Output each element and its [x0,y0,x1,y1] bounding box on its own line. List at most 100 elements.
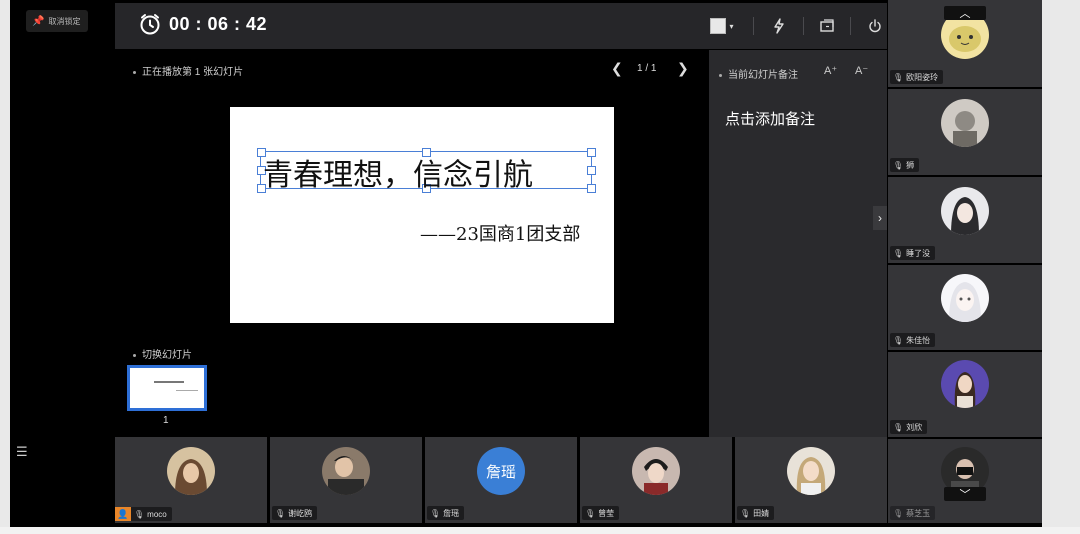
mic-icon: 🎙 [893,335,904,345]
toolbar-divider [850,17,851,35]
participant-tile[interactable]: 🎙 朱佳怡 [888,265,1042,350]
avatar [167,447,215,495]
resize-handle[interactable] [587,148,596,157]
name-tag: 🎙 詹瑶 [427,506,465,520]
resize-handle[interactable] [587,166,596,175]
name-tag: 🎙 狮 [890,158,920,172]
chevron-down-icon: ﹀ [959,489,971,501]
add-notes-placeholder[interactable]: 点击添加备注 [725,108,815,129]
page-indicator: 1 / 1 [637,63,657,74]
switch-slide-text: 切换幻灯片 [142,350,192,361]
name-tag: 🎙 刘欣 [890,420,928,434]
chevron-down-icon: ▾ [729,21,734,31]
laser-icon [774,18,784,34]
scroll-up-button[interactable]: ︿ [944,6,986,20]
participant-name: 曾莹 [598,508,615,518]
participant-name: 詹瑶 [443,508,460,518]
name-tag: 🎙 曾莹 [582,506,620,520]
avatar [941,99,989,147]
chevron-right-icon: › [878,211,882,225]
scroll-down-button[interactable]: ﹀ [944,487,986,501]
avatar [787,447,835,495]
play-status-text: 正在播放第 1 张幻灯片 [142,67,244,78]
thumbnail-title-line [154,381,184,383]
participant-tile[interactable]: 🎙 睡了没 [888,177,1042,263]
avatar [322,447,370,495]
participant-name: moco [147,509,167,519]
next-slide-button[interactable]: ❯ [677,60,689,77]
name-tag: 🎙 田婧 [737,506,775,520]
thumbnail-subtitle-line [176,390,198,391]
avatar [941,187,989,235]
slide-canvas[interactable]: 青春理想，信念引航 ——23国商1团支部 [230,107,614,323]
participant-tile[interactable]: 🎙 刘欣 [888,352,1042,437]
avatar [941,360,989,408]
window-border [0,527,1080,534]
chevron-left-icon: ❮ [611,60,623,76]
participant-name: 欧阳姿玲 [906,72,939,82]
mic-icon: 🎙 [893,248,904,258]
participant-name: 狮 [906,160,915,170]
participant-tile[interactable]: 👤 🎙 moco [115,437,267,523]
mic-icon: 🎙 [893,160,904,170]
mic-icon: 🎙 [275,508,286,518]
prev-slide-button[interactable]: ❮ [611,60,623,77]
unlock-label: 取消锁定 [48,16,81,26]
slide-area: 正在播放第 1 张幻灯片 ❮ 1 / 1 ❯ 青春理想，信念引航 ——23国商1… [115,50,709,437]
toolbar-divider [753,17,754,35]
mic-icon: 🎙 [740,508,751,518]
bullet-dot [133,70,136,74]
name-tag: 🎙 睡了没 [890,246,936,260]
participant-name: 谢屹鸥 [288,508,313,518]
chevron-up-icon: ︿ [959,8,971,20]
participant-name: 朱佳怡 [906,335,931,345]
list-icon: ☰ [16,444,28,459]
name-tag: 🎙 谢屹鸥 [272,506,318,520]
unlock-button[interactable]: 📌 取消锁定 [26,10,88,32]
avatar: 詹瑶 [477,447,525,495]
slide-thumbnail[interactable] [127,365,207,411]
toolbar-divider [803,17,804,35]
laser-pointer-button[interactable] [767,14,791,38]
participant-tile[interactable]: 詹瑶 🎙 詹瑶 [425,437,577,523]
screen-switch-button[interactable] [815,14,839,38]
name-tag: 🎙 朱佳怡 [890,333,936,347]
participant-tile[interactable]: 🎙 欧阳姿玲 ︿ [888,0,1042,87]
font-decrease-button[interactable]: A⁻ [855,64,868,77]
participant-tile[interactable]: 🎙 曾莹 [580,437,732,523]
meeting-window: 📌 取消锁定 00 : 06 : 42 ▾ 正在播放第 1 张幻灯片 ❮ 1 /… [10,0,1042,527]
end-presentation-button[interactable] [863,14,887,38]
font-increase-button[interactable]: A⁺ [824,64,837,77]
screen-switch-icon [820,19,834,32]
participant-tile[interactable]: 🎙 蔡芝玉 ﹀ [888,439,1042,523]
menu-list-button[interactable]: ☰ [16,444,28,460]
resize-handle[interactable] [587,184,596,193]
avatar [941,274,989,322]
thumbnail-number: 1 [163,415,169,426]
participant-tile[interactable]: 🎙 谢屹鸥 [270,437,422,523]
participants-column: 🎙 欧阳姿玲 ︿ 🎙 狮 🎙 睡了没 🎙 朱佳怡 🎙 刘欣 🎙 蔡芝玉 ﹀ [888,0,1042,523]
participant-name: 蔡芝玉 [906,508,931,518]
slide-subtitle: ——23国商1团支部 [420,224,581,245]
pen-color-button[interactable]: ▾ [705,14,739,38]
play-status: 正在播放第 1 张幻灯片 [133,63,243,78]
notes-header-text: 当前幻灯片备注 [728,70,798,81]
notes-panel: 当前幻灯片备注 A⁺ A⁻ 点击添加备注 [709,50,887,437]
title-selection-box[interactable]: 青春理想，信念引航 [257,148,596,193]
chevron-right-icon: ❯ [677,60,689,76]
color-square-icon [710,18,727,34]
name-tag: 🎙 欧阳姿玲 [890,70,944,84]
switch-slide-label: 切换幻灯片 [133,346,192,361]
mic-icon: 🎙 [585,508,596,518]
participant-tile[interactable]: 🎙 狮 [888,89,1042,175]
collapse-notes-button[interactable]: › [873,206,887,230]
pin-icon: 📌 [32,15,45,27]
avatar [632,447,680,495]
participant-name: 田婧 [753,508,770,518]
timer: 00 : 06 : 42 [139,13,267,35]
notes-header: 当前幻灯片备注 [719,66,798,81]
bullet-dot [719,73,722,77]
participant-tile[interactable]: 🎙 田婧 [735,437,887,523]
name-tag: 🎙 蔡芝玉 [890,506,936,520]
participants-row: 👤 🎙 moco 🎙 谢屹鸥 詹瑶 🎙 詹瑶 🎙 曾莹 🎙 田婧 [115,437,888,523]
